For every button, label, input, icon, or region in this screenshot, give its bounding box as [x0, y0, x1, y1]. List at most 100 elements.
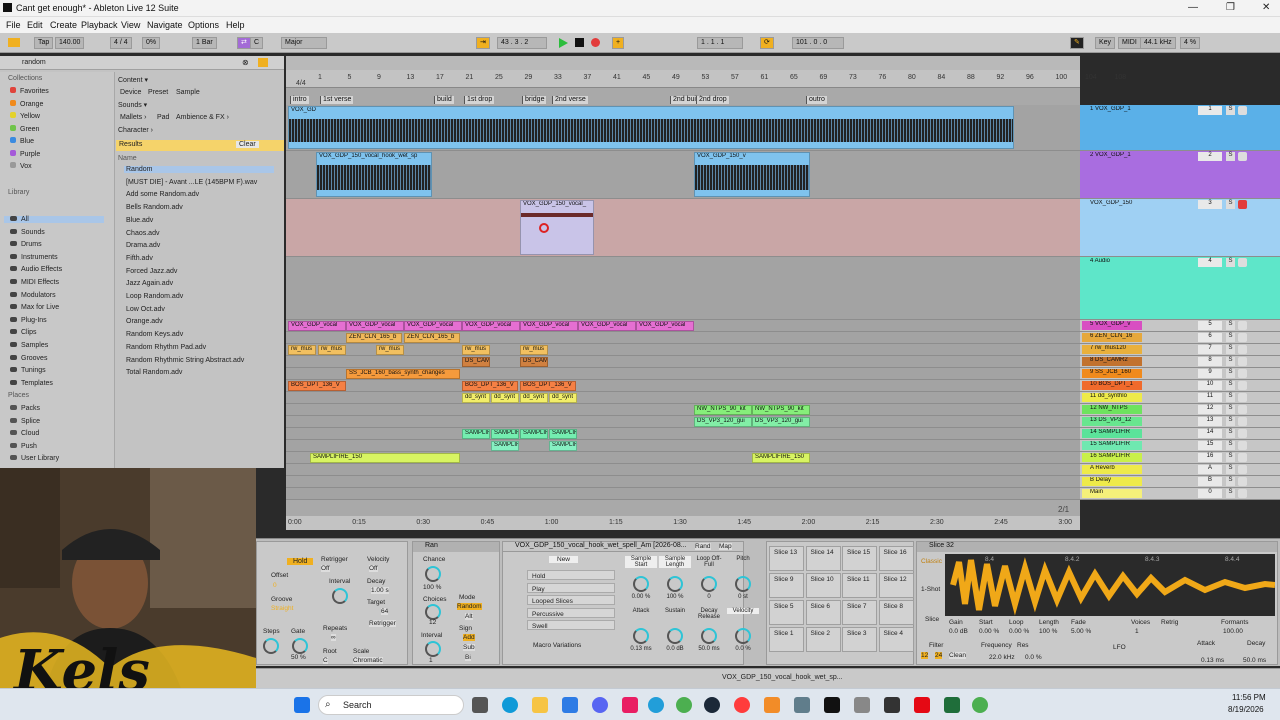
clip[interactable]: SS_JCB_160_bass_synth_changes [346, 369, 460, 379]
tap-button[interactable]: Tap [34, 37, 54, 49]
clip[interactable]: dd_synt [462, 393, 490, 403]
slice-pad[interactable]: Slice 9 [769, 573, 804, 598]
play-icon[interactable] [559, 38, 568, 48]
library-item[interactable]: Samples [10, 342, 48, 349]
scale-select[interactable]: Chromatic [353, 657, 383, 664]
clip[interactable]: SAMPLIFIRE_150 [310, 453, 460, 463]
track-header[interactable]: Main 0 S [1080, 488, 1280, 500]
windows-start-icon[interactable] [294, 697, 310, 713]
app-icon-4[interactable] [794, 697, 810, 713]
clip[interactable]: SAMPLIF [520, 429, 548, 439]
velocity-switch[interactable]: Off [369, 565, 378, 572]
arm-button[interactable] [1238, 345, 1247, 354]
start-value[interactable]: 0.00 % [979, 628, 999, 635]
track-header[interactable]: 5 VOX_GDP_v 5 S [1080, 320, 1280, 332]
track-name[interactable]: 12 NW_NTPS [1082, 405, 1142, 414]
track-activator[interactable]: 2 [1198, 152, 1222, 161]
arm-button[interactable] [1238, 357, 1247, 366]
library-item[interactable]: Clips [10, 329, 37, 336]
track-activator[interactable]: 9 [1198, 369, 1222, 378]
slice-pad[interactable]: Slice 7 [842, 600, 877, 625]
clip[interactable]: rw_mus [288, 345, 316, 355]
result-item[interactable]: Drama.adv [126, 242, 160, 249]
waveform-display[interactable]: 8.4 8.4.2 8.4.3 8.4.4 [945, 554, 1276, 616]
library-item[interactable]: Plug-Ins [10, 316, 47, 324]
midi-map-button[interactable]: MIDI [1118, 37, 1141, 49]
result-item[interactable]: Orange.adv [126, 318, 163, 325]
locator-marker[interactable]: intro [290, 96, 309, 104]
library-item[interactable]: All [4, 216, 104, 223]
arm-button[interactable] [1238, 393, 1247, 402]
mode-alt-button[interactable]: Alt [465, 613, 473, 620]
slice-pad[interactable]: Slice 1 [769, 627, 804, 652]
track-name[interactable]: 4 Audio [1082, 258, 1142, 267]
tempo-field[interactable]: 140.00 [55, 37, 85, 49]
clip[interactable]: VOX_GDP_150_vocal_ [520, 200, 594, 255]
chrome-icon-2[interactable] [972, 697, 988, 713]
character-filter[interactable]: Character › [118, 127, 153, 134]
arm-button[interactable] [1238, 465, 1247, 474]
clip[interactable]: SAMPLIF [462, 429, 490, 439]
random-interval-knob[interactable] [425, 641, 441, 657]
places-item[interactable]: Push [10, 442, 37, 450]
slice-pad[interactable]: Slice 8 [878, 600, 914, 625]
menu-create[interactable]: Create [50, 20, 77, 30]
slice-pad[interactable]: Slice 3 [842, 627, 877, 652]
places-item[interactable]: User Library [10, 455, 59, 462]
new-variation-button[interactable]: New [549, 556, 579, 563]
result-item[interactable]: Random Rhythm Pad.adv [126, 344, 206, 351]
scale-mode-icon[interactable]: ⇄ [237, 37, 251, 49]
arm-button[interactable] [1238, 369, 1247, 378]
res-value[interactable]: 0.0 % [1025, 654, 1042, 661]
track-activator[interactable]: 6 [1198, 333, 1222, 342]
track-header[interactable]: A Reverb A S [1080, 464, 1280, 476]
result-item[interactable]: Low Oct.adv [126, 306, 165, 313]
app-icon-2[interactable] [734, 697, 750, 713]
settings-icon[interactable] [854, 697, 870, 713]
menu-playback[interactable]: Playback [81, 20, 118, 30]
filter-circuit-select[interactable]: Clean [949, 652, 966, 659]
library-item[interactable]: Grooves [10, 354, 47, 362]
tag-ambience[interactable]: Ambience & FX › [176, 114, 229, 121]
track-name[interactable]: 16 SAMPLIFIR [1082, 453, 1142, 462]
result-item[interactable]: Add some Random.adv [126, 191, 199, 198]
overview-strip[interactable] [286, 56, 1080, 70]
track-activator[interactable]: 10 [1198, 381, 1222, 390]
track-header[interactable]: 10 BOS_DPT_1 10 S [1080, 380, 1280, 392]
arm-button[interactable] [1238, 453, 1247, 462]
voices-value[interactable]: 1 [1135, 628, 1139, 635]
solo-button[interactable]: S [1226, 345, 1235, 354]
classic-mode-button[interactable]: Classic [921, 558, 942, 565]
track-activator[interactable]: 7 [1198, 345, 1222, 354]
decay-field[interactable]: 1.00 s [371, 587, 389, 594]
macro-control[interactable]: Pitch 0 st [727, 556, 759, 606]
locator-marker[interactable]: build [434, 96, 454, 104]
arm-button[interactable] [1238, 429, 1247, 438]
arm-button[interactable] [1238, 417, 1247, 426]
formants-value[interactable]: 100.00 [1223, 628, 1243, 635]
track-name[interactable]: A Reverb [1082, 465, 1142, 474]
steam-icon[interactable] [704, 697, 720, 713]
clip[interactable]: rw_mus [318, 345, 346, 355]
collection-orange[interactable]: Orange [10, 99, 43, 108]
track-name[interactable]: 6 ZEN_CLN_16 [1082, 333, 1142, 342]
clip[interactable]: rw_mus [520, 345, 548, 355]
track-lane[interactable]: VOX_GDP_150_vocal_hook_wet_sp VOX_GDP_150… [286, 151, 1080, 199]
close-button[interactable]: ✕ [1262, 2, 1270, 13]
clip[interactable]: BOS_DPT_136_V [462, 381, 518, 391]
locator-marker[interactable]: 1st verse [320, 96, 354, 104]
slice-pad[interactable]: Slice 14 [805, 546, 841, 571]
clip[interactable]: ZEN_CLN_165_b [404, 333, 460, 343]
clip[interactable]: dd_synt [520, 393, 548, 403]
locator-marker[interactable]: outro [806, 96, 827, 104]
key-select[interactable]: C [250, 37, 264, 49]
macro-knob[interactable] [701, 576, 717, 592]
clear-search-icon[interactable]: ⊗ [242, 58, 249, 67]
solo-button[interactable]: S [1226, 381, 1235, 390]
record-icon[interactable] [591, 38, 600, 47]
arm-button[interactable] [1238, 321, 1247, 330]
slice-pad[interactable]: Slice 4 [878, 627, 914, 652]
retrigger-select[interactable]: Off [321, 565, 330, 572]
filter-sample[interactable]: Sample [176, 89, 200, 96]
file-explorer-icon[interactable] [532, 697, 548, 713]
